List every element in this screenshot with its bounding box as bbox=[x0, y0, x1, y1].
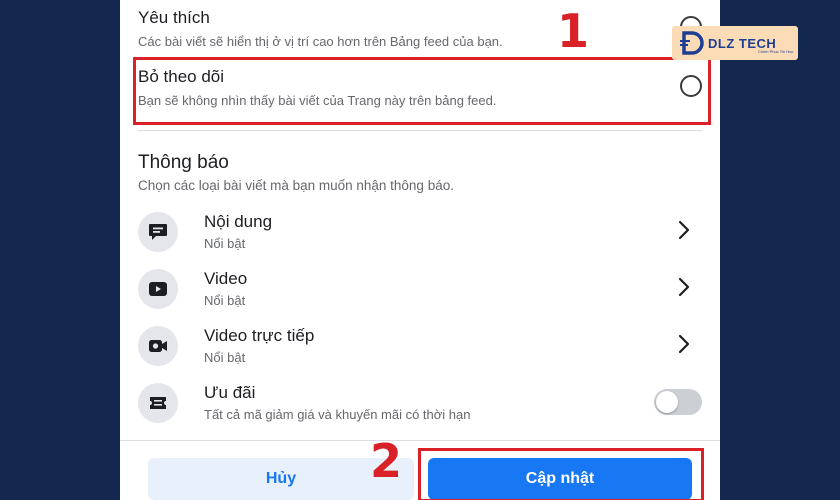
logo-tagline: Chinh Phục Tin Học bbox=[758, 49, 794, 54]
favorite-title: Yêu thích bbox=[138, 8, 210, 27]
favorite-option[interactable]: Yêu thích Các bài viết sẽ hiển thị ở vị … bbox=[138, 8, 698, 49]
notification-row-sub: Nổi bật bbox=[204, 236, 246, 251]
notifications-desc: Chọn các loại bài viết mà bạn muốn nhận … bbox=[138, 178, 454, 193]
chevron-right-icon bbox=[678, 334, 690, 354]
dlz-tech-logo: DLZ TECH Chinh Phục Tin Học bbox=[672, 26, 798, 60]
notification-row-content[interactable]: Nội dung Nổi bật bbox=[138, 208, 702, 260]
toggle-knob bbox=[656, 391, 678, 413]
chevron-right-icon bbox=[678, 220, 690, 240]
notification-row-title: Video bbox=[204, 269, 248, 288]
favorite-desc: Các bài viết sẽ hiển thị ở vị trí cao hơ… bbox=[138, 34, 503, 49]
notification-row-sub: Nổi bật bbox=[204, 293, 246, 308]
notifications-title: Thông báo bbox=[138, 152, 229, 173]
notification-row-live-video[interactable]: Video trực tiếp Nổi bật bbox=[138, 322, 702, 374]
update-highlight-box bbox=[418, 448, 704, 500]
chevron-right-icon bbox=[678, 277, 690, 297]
notification-row-title: Nội dung bbox=[204, 212, 273, 231]
live-video-icon bbox=[138, 326, 178, 366]
step-2-label: 2 bbox=[370, 434, 403, 488]
notification-row-sub: Tất cả mã giảm giá và khuyến mãi có thời… bbox=[204, 407, 471, 422]
unfollow-highlight-box bbox=[133, 57, 711, 125]
step-1-label: 1 bbox=[557, 4, 590, 58]
notification-row-title: Video trực tiếp bbox=[204, 326, 315, 345]
notification-row-offers: Ưu đãi Tất cả mã giảm giá và khuyến mãi … bbox=[138, 379, 702, 431]
notification-row-video[interactable]: Video Nổi bật bbox=[138, 265, 702, 317]
offers-toggle[interactable] bbox=[654, 389, 702, 415]
message-icon bbox=[138, 212, 178, 252]
offer-tag-icon bbox=[138, 383, 178, 423]
video-play-icon bbox=[138, 269, 178, 309]
dlz-logo-icon bbox=[680, 31, 704, 55]
notification-row-sub: Nổi bật bbox=[204, 350, 246, 365]
footer-divider bbox=[120, 440, 720, 441]
notification-row-title: Ưu đãi bbox=[204, 383, 256, 402]
section-divider bbox=[138, 130, 702, 131]
